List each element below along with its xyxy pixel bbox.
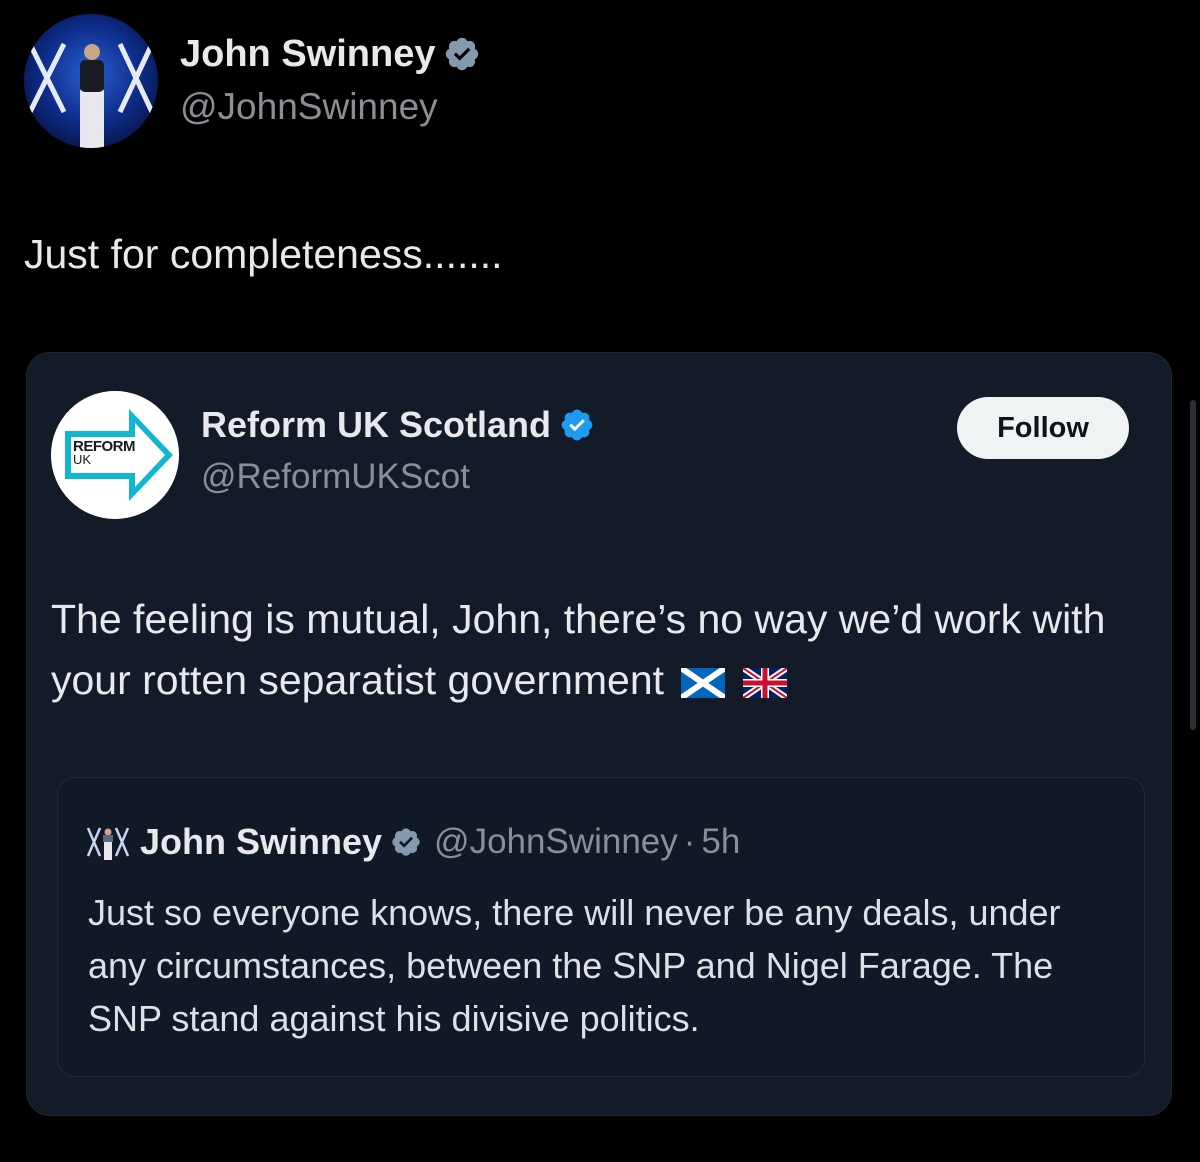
nested-quoted-tweet[interactable]: John Swinney @JohnSwinney · 5h Just so e… [57,777,1145,1077]
scotland-flag-icon [681,668,726,699]
quoted-author-handle[interactable]: @ReformUKScot [201,457,595,497]
nested-tweet-header: John Swinney @JohnSwinney · 5h [86,820,740,864]
nested-author-avatar[interactable] [86,822,130,862]
quoted-author: REFORM UK Reform UK Scotland @ReformUKSc… [51,391,595,519]
post-author: John Swinney @JohnSwinney [24,14,481,154]
author-avatar[interactable] [24,14,158,148]
quoted-name-line: Reform UK Scotland [201,403,595,447]
quoted-tweet-card[interactable]: REFORM UK Reform UK Scotland @ReformUKSc… [26,352,1172,1116]
nested-timestamp[interactable]: 5h [701,822,740,862]
verified-blue-icon[interactable] [559,407,595,443]
author-name[interactable]: John Swinney [180,32,435,76]
nested-author-handle[interactable]: @JohnSwinney [434,820,678,864]
verified-grey-icon[interactable] [390,826,422,858]
nested-author-name[interactable]: John Swinney [140,820,382,864]
quoted-tweet-text: The feeling is mutual, John, there’s no … [51,589,1151,711]
reform-uk-logo-icon [51,391,179,519]
reform-logo-subtext: UK [73,452,92,467]
follow-button[interactable]: Follow [957,397,1129,459]
quoted-author-name[interactable]: Reform UK Scotland [201,403,551,447]
author-names: John Swinney @JohnSwinney [180,32,481,128]
quoted-author-names: Reform UK Scotland @ReformUKScot [201,403,595,497]
author-handle[interactable]: @JohnSwinney [180,86,481,128]
author-name-line: John Swinney [180,32,481,76]
reform-uk-avatar[interactable]: REFORM UK [51,391,179,519]
nested-tweet-text: Just so everyone knows, there will never… [88,892,1061,1039]
nested-separator: · [683,822,696,861]
author-avatar-image [24,14,158,148]
tweet-text: Just for completeness....... [24,231,503,277]
verified-grey-icon[interactable] [443,35,481,73]
scrollbar[interactable] [1190,400,1196,730]
union-jack-flag-icon [742,668,787,699]
quoted-tweet-body: The feeling is mutual, John, there’s no … [51,596,1106,703]
